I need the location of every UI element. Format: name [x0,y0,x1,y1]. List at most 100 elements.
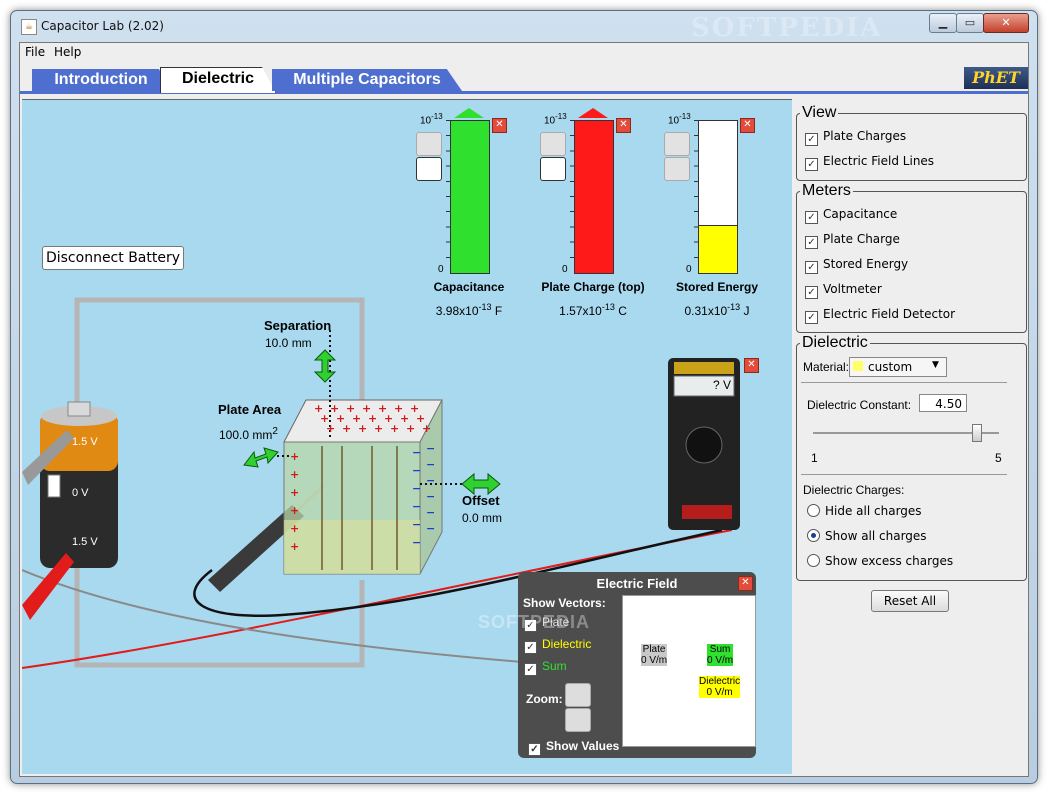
meters-ef-detector-checkbox[interactable]: ✓ Electric Field Detector [805,307,955,324]
tab-introduction[interactable]: Introduction [32,69,170,91]
separation-label: Separation [264,318,332,333]
ef-dielectric-value-name: Dielectric [699,676,741,687]
meter-value-base: 1.57x10 [559,304,602,318]
dielectric-charges-label: Dielectric Charges: [803,483,905,497]
plus-charge-icon: + [326,422,335,435]
meter-value-exp: -13 [727,302,741,312]
meters-stored-energy-checkbox[interactable]: ✓ Stored Energy [805,257,908,274]
menu-file[interactable]: File [25,45,45,59]
minus-charge-icon: − [426,458,435,471]
plate-area-number: 100.0 mm [219,428,273,442]
material-swatch [853,361,863,371]
meter-scale-zero: 0 [686,264,692,275]
voltmeter-reading: ? V [712,378,731,392]
java-icon: ☕ [21,19,37,35]
ef-close-icon[interactable]: ✕ [738,576,753,591]
minus-charge-icon: − [412,536,421,549]
minus-charge-icon: − [426,474,435,487]
ef-show-values-label: Show Values [546,739,620,753]
minus-charge-icon: − [412,464,421,477]
meter-overflow-arrow-icon [454,108,484,118]
meter-value-base: 0.31x10 [684,304,728,318]
battery-top-voltage: 1.5 V [72,436,98,448]
meter-bar-fill [575,120,613,273]
radio-icon [807,554,820,567]
tab-dielectric[interactable]: Dielectric [160,67,276,93]
simulation-canvas: + + + + + + + + + + + + + + + + + + + + + + − − + − − + − − + − − + − − + − − … [22,99,792,774]
view-plate-charges-check-icon: ✓ [805,133,818,146]
meter-bar [698,120,738,274]
tab-multiple-capacitors[interactable]: Multiple Capacitors [272,69,462,91]
meter-zoom-out-icon[interactable] [416,157,442,181]
meter-close-icon[interactable]: ✕ [740,118,755,133]
meter-zoom-in-icon[interactable] [664,132,690,156]
ef-plate-value: Plate 0 V/m [641,644,668,666]
disconnect-battery-button[interactable]: Disconnect Battery [42,246,184,270]
show-excess-charges-radio[interactable]: Show excess charges [807,554,953,568]
view-field-lines-checkbox[interactable]: ✓ Electric Field Lines [805,154,934,171]
meters-plate-charge-checkbox[interactable]: ✓ Plate Charge [805,232,900,249]
minimize-button[interactable]: ▁ [929,13,957,33]
minus-charge-icon: − [412,446,421,459]
ef-show-values-check-icon: ✓ [528,743,541,756]
dielectric-constant-label: Dielectric Constant: [807,398,912,412]
capacitor [272,330,467,575]
ef-sum-check-icon: ✓ [524,663,537,676]
voltmeter-close-icon[interactable]: ✕ [744,358,759,373]
minus-charge-icon: − [426,442,435,455]
plus-charge-icon: + [342,422,351,435]
client-area: File Help Introduction Dielectric Multip… [19,42,1029,777]
minus-charge-icon: − [412,482,421,495]
menu-help[interactable]: Help [54,45,81,59]
meters-capacitance-checkbox[interactable]: ✓ Capacitance [805,207,897,224]
show-all-charges-radio[interactable]: Show all charges [807,529,927,543]
meter-scale-exp: -13 [679,112,691,121]
ef-zoom-out-icon[interactable] [565,708,591,732]
radio-selected-icon [807,529,820,542]
reset-all-button[interactable]: Reset All [871,590,949,612]
ef-sum-checkbox[interactable]: ✓ Sum [524,659,567,676]
maximize-button[interactable]: ▭ [956,13,984,33]
plus-charge-icon: + [290,540,299,553]
meter-close-icon[interactable]: ✕ [492,118,507,133]
material-value: custom [868,360,913,374]
meters-voltmeter-label: Voltmeter [823,282,882,296]
meter-zoom-out-icon[interactable] [664,157,690,181]
ef-sum-value: Sum 0 V/m [707,644,734,666]
meters-voltmeter-checkbox[interactable]: ✓ Voltmeter [805,282,882,299]
title-bar: ☕ Capacitor Lab (2.02) SOFTPEDIA ▁ ▭ ✕ [11,11,1037,43]
plus-charge-icon: + [290,468,299,481]
meter-scale-exp: -13 [431,112,443,121]
battery-bottom-voltage: 1.5 V [72,536,98,548]
hide-charges-radio[interactable]: Hide all charges [807,504,922,518]
material-select[interactable]: custom ▼ [849,357,947,377]
ef-zoom-in-icon[interactable] [565,683,591,707]
ef-dielectric-check-icon: ✓ [524,641,537,654]
minus-charge-icon: − [412,518,421,531]
meter-zoom-in-icon[interactable] [416,132,442,156]
meter-close-icon[interactable]: ✕ [616,118,631,133]
ef-show-values-checkbox[interactable]: ✓ Show Values [528,739,619,756]
dielectric-slider-thumb[interactable] [971,424,982,442]
meter-scale-zero: 0 [438,264,444,275]
electric-field-detector[interactable]: Electric Field ✕ Show Vectors: ✓ Plate ✓ D… [478,572,756,758]
chevron-down-icon: ▼ [932,360,939,370]
plus-charge-icon: + [406,422,415,435]
phet-logo[interactable]: PhET [964,67,1028,89]
meters-plate-charge-check-icon: ✓ [805,236,818,249]
meter-bar [574,120,614,274]
plus-charge-icon: + [374,422,383,435]
meter-zoom-in-icon[interactable] [540,132,566,156]
dielectric-constant-input[interactable]: 4.50 [919,394,967,412]
hide-charges-label: Hide all charges [825,504,922,518]
meter-zoom-out-icon[interactable] [540,157,566,181]
ef-dielectric-checkbox[interactable]: ✓ Dielectric [524,637,591,654]
meter-scale-base: 10 [420,115,432,127]
close-button[interactable]: ✕ [983,13,1029,33]
view-plate-charges-checkbox[interactable]: ✓ Plate Charges [805,129,906,146]
ef-show-vectors-label: Show Vectors: [523,596,606,610]
separation-arrow [313,349,337,383]
ef-dielectric-value-num: 0 V/m [706,687,733,698]
meter-value-exp: -13 [478,302,492,312]
view-group: View ✓ Plate Charges ✓ Electric Field Line… [796,104,1027,181]
